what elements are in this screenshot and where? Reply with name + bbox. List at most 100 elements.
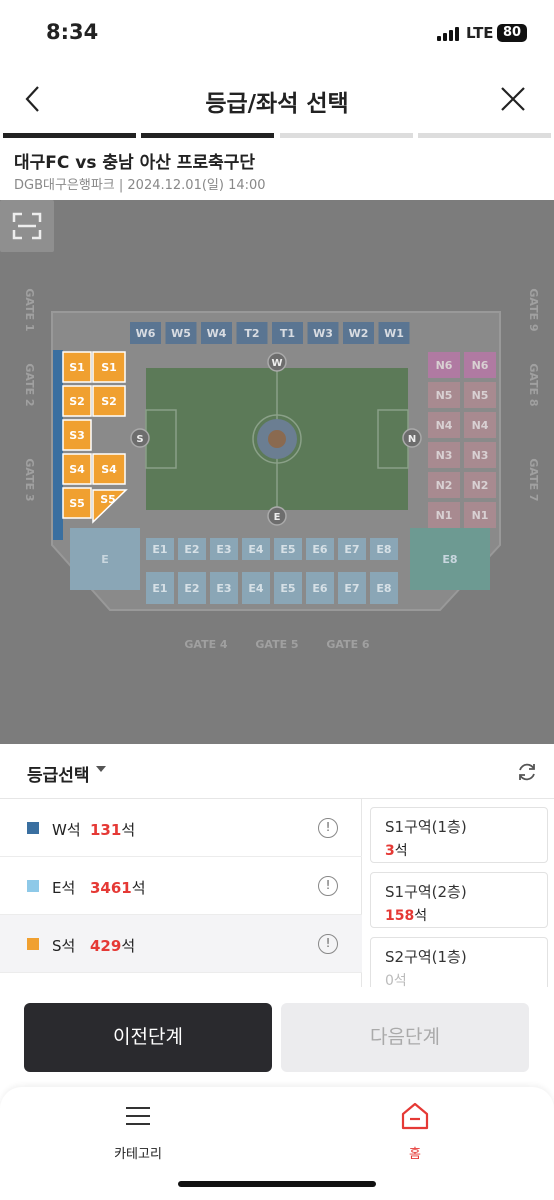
- section-n3-inner-label: N3: [436, 449, 453, 462]
- signal-icon: [437, 27, 461, 41]
- section-e-corner-right-label: E8: [442, 553, 457, 566]
- menu-icon: [126, 1107, 150, 1125]
- stadium-diagram: W6 W5 W4 T2 T1 W3 W2 W1 S1 S2 S3 S4 S5 S1 S2 S4 S5 N6 N6 N5…: [23, 288, 540, 651]
- grade-color-swatch: [27, 880, 39, 892]
- section-e8-upper-label: E8: [376, 543, 391, 556]
- section-e8-lower-label: E8: [376, 582, 391, 595]
- progress-step-4: [418, 133, 551, 138]
- area-name: S2구역(1층): [385, 948, 467, 966]
- grade-select-label[interactable]: 등급선택: [27, 761, 90, 786]
- grade-row-s[interactable]: S석 429석 !: [0, 915, 362, 973]
- marker-north-label: N: [408, 434, 416, 445]
- info-icon[interactable]: !: [318, 818, 338, 838]
- progress-step-2: [141, 133, 274, 138]
- section-w4-label: W4: [207, 327, 227, 340]
- section-e2-upper-label: E2: [184, 543, 199, 556]
- section-e5-upper-label: E5: [280, 543, 295, 556]
- header: 등급/좌석 선택: [0, 68, 554, 132]
- progress-step-1: [3, 133, 136, 138]
- gate-6: GATE 6: [326, 638, 370, 651]
- section-e1-lower-label: E1: [152, 582, 167, 595]
- progress-step-3: [280, 133, 413, 138]
- grade-name: S석: [52, 937, 76, 955]
- tab-home[interactable]: 홈: [365, 1101, 465, 1162]
- section-t1-label: T1: [280, 327, 295, 340]
- section-e7-lower-label: E7: [344, 582, 359, 595]
- gate-9: GATE 9: [527, 288, 540, 331]
- tab-category-label: 카테고리: [114, 1147, 162, 1162]
- grade-count: 131석: [90, 821, 136, 839]
- grade-list: W석 131석 ! E석 3461석 ! S석 429석 !: [0, 799, 362, 989]
- section-e4-upper-label: E4: [248, 543, 264, 556]
- gate-1: GATE 1: [23, 288, 36, 331]
- section-e-corner-left-label: E: [101, 553, 109, 566]
- next-step-button[interactable]: 다음단계: [281, 1003, 529, 1072]
- fullscreen-icon[interactable]: [0, 200, 54, 252]
- action-bar: 이전단계 다음단계: [0, 987, 554, 1087]
- section-e7-upper-label: E7: [344, 543, 359, 556]
- page: 8:34 LTE 80 등급/좌석 선택 대구FC vs 충남 아산 프로축구단…: [0, 0, 554, 1200]
- section-n1-outer-label: N1: [472, 509, 489, 522]
- section-n6-outer-label: N6: [472, 359, 489, 372]
- section-w-strip[interactable]: [53, 350, 63, 540]
- seat-map[interactable]: W6 W5 W4 T2 T1 W3 W2 W1 S1 S2 S3 S4 S5 S1 S2 S4 S5 N6 N6 N5…: [0, 200, 554, 744]
- grade-color-swatch: [27, 822, 39, 834]
- section-w2-label: W2: [349, 327, 369, 340]
- grade-name: E석: [52, 879, 76, 897]
- section-e1-upper-label: E1: [152, 543, 167, 556]
- section-s2-outer-label: S2: [101, 395, 117, 408]
- area-name: S1구역(2층): [385, 883, 467, 901]
- area-card[interactable]: S1구역(1층) 3석: [370, 807, 548, 863]
- home-icon: [401, 1102, 429, 1130]
- marker-east-label: E: [274, 512, 281, 523]
- gate-2: GATE 2: [23, 363, 36, 406]
- event-subtitle: DGB대구은행파크 | 2024.12.01(일) 14:00: [14, 178, 266, 193]
- grade-color-swatch: [27, 938, 39, 950]
- info-icon[interactable]: !: [318, 934, 338, 954]
- section-s1-outer-label: S1: [101, 361, 117, 374]
- section-n4-outer-label: N4: [472, 419, 489, 432]
- section-e5-lower-label: E5: [280, 582, 295, 595]
- grade-name: W석: [52, 821, 81, 839]
- grade-row-e[interactable]: E석 3461석 !: [0, 857, 362, 915]
- section-w6-label: W6: [136, 327, 156, 340]
- section-w3-label: W3: [313, 327, 333, 340]
- section-e3-lower-label: E3: [216, 582, 231, 595]
- prev-step-button[interactable]: 이전단계: [24, 1003, 272, 1072]
- section-n1-inner-label: N1: [436, 509, 453, 522]
- area-card[interactable]: S2구역(1층) 0석: [370, 937, 548, 989]
- area-seat-count: 158석: [385, 908, 428, 924]
- section-s5-outer-label: S5: [100, 493, 116, 506]
- section-s1-inner-label: S1: [69, 361, 85, 374]
- section-s2-inner-label: S2: [69, 395, 85, 408]
- section-e4-lower-label: E4: [248, 582, 264, 595]
- refresh-icon[interactable]: [516, 761, 538, 783]
- info-icon[interactable]: !: [318, 876, 338, 896]
- gate-4: GATE 4: [184, 638, 228, 651]
- marker-south-label: S: [136, 434, 143, 445]
- area-list: S1구역(1층) 3석 S1구역(2층) 158석 S2구역(1층) 0석: [362, 799, 554, 989]
- caret-down-icon[interactable]: [96, 766, 106, 772]
- home-indicator: [178, 1181, 376, 1187]
- section-e6-lower-label: E6: [312, 582, 328, 595]
- area-card[interactable]: S1구역(2층) 158석: [370, 872, 548, 928]
- area-name: S1구역(1층): [385, 818, 467, 836]
- section-e3-upper-label: E3: [216, 543, 231, 556]
- tab-category[interactable]: 카테고리: [88, 1101, 188, 1162]
- gate-5: GATE 5: [255, 638, 298, 651]
- battery-icon: 80: [497, 24, 527, 42]
- section-s3-inner-label: S3: [69, 429, 85, 442]
- section-n2-outer-label: N2: [472, 479, 489, 492]
- section-n5-inner-label: N5: [436, 389, 453, 402]
- section-s4-inner-label: S4: [69, 463, 85, 476]
- section-n4-inner-label: N4: [436, 419, 453, 432]
- marker-west-label: W: [271, 358, 282, 369]
- section-n5-outer-label: N5: [472, 389, 489, 402]
- network-label: LTE: [466, 24, 494, 42]
- grade-row-w[interactable]: W석 131석 !: [0, 799, 362, 857]
- section-t2-label: T2: [244, 327, 259, 340]
- grade-select-bar: 등급선택: [0, 744, 554, 799]
- close-icon[interactable]: [500, 86, 526, 112]
- step-progress: [3, 133, 551, 138]
- gate-3: GATE 3: [23, 458, 36, 501]
